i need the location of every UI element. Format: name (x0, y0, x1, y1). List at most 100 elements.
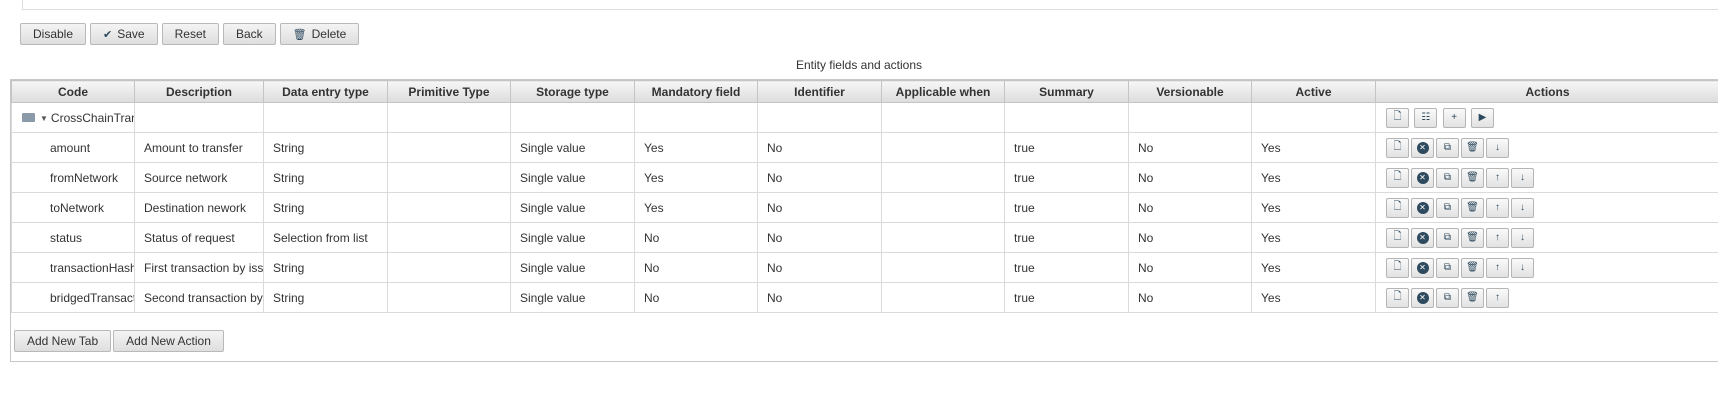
move-up-button[interactable]: ↑ (1486, 167, 1509, 188)
document-icon: 🗋 (1393, 111, 1402, 122)
delete-row-button[interactable]: 🗑 (1461, 197, 1484, 218)
copy-button[interactable]: ⧉ (1436, 257, 1459, 278)
trash-icon: 🗑 (1466, 172, 1479, 183)
new-field-button[interactable]: 🗋 (1386, 107, 1409, 128)
edit-button[interactable]: 🗋 (1386, 227, 1409, 248)
column-header[interactable]: Storage type (510, 80, 635, 103)
save-button[interactable]: ✔ Save (90, 23, 158, 45)
data-entry-type-cell: String (263, 162, 388, 193)
edit-button[interactable]: 🗋 (1386, 167, 1409, 188)
storage-type-cell: Single value (510, 282, 635, 313)
root-row[interactable]: ▼CrossChainTrans 🗋 ☷ + ▶ (11, 102, 1718, 133)
run-button[interactable]: ▶ (1471, 107, 1495, 128)
table-row[interactable]: amount Amount to transfer String Single val… (11, 132, 1718, 163)
remove-button[interactable]: ✕ (1411, 227, 1434, 248)
add-new-tab-button[interactable]: Add New Tab (14, 330, 112, 352)
move-down-button[interactable]: ↓ (1511, 197, 1534, 218)
copy-button[interactable]: ⧉ (1436, 167, 1459, 188)
code-cell: status (11, 222, 135, 253)
table-row[interactable]: transactionHash First transaction by issu… (11, 252, 1718, 283)
column-header[interactable]: Mandatory field (634, 80, 758, 103)
copy-button[interactable]: ⧉ (1436, 197, 1459, 218)
code-cell: bridgedTransacti (11, 282, 135, 313)
add-button[interactable]: + (1442, 107, 1466, 128)
root-cell[interactable]: ▼CrossChainTrans (11, 102, 135, 133)
move-down-button[interactable]: ↓ (1511, 227, 1534, 248)
trash-icon: 🗑 (1466, 262, 1479, 273)
move-up-button[interactable]: ↑ (1486, 227, 1509, 248)
summary-cell: true (1004, 222, 1129, 253)
empty-cell (510, 102, 635, 133)
delete-row-button[interactable]: 🗑 (1461, 257, 1484, 278)
row-actions-cell: 🗋 ✕ ⧉ 🗑 ↑ ↓ (1375, 192, 1718, 223)
delete-button[interactable]: 🗑 Delete (279, 23, 360, 45)
copy-icon: ⧉ (1443, 202, 1452, 213)
applicable-when-cell (881, 282, 1005, 313)
delete-row-button[interactable]: 🗑 (1461, 227, 1484, 248)
table-row[interactable]: toNetwork Destination nework String Single … (11, 192, 1718, 223)
description-cell: First transaction by issu (134, 252, 264, 283)
column-header[interactable]: Code (11, 80, 135, 103)
table-row[interactable]: bridgedTransacti Second transaction by nS… (11, 282, 1718, 313)
data-entry-type-cell: String (263, 192, 388, 223)
empty-cell (1251, 102, 1376, 133)
column-header[interactable]: Description (134, 80, 264, 103)
code-cell: fromNetwork (11, 162, 135, 193)
column-header[interactable]: Versionable (1128, 80, 1252, 103)
primitive-type-cell (387, 222, 511, 253)
reset-button[interactable]: Reset (161, 23, 219, 45)
description-cell: Destination nework (134, 192, 264, 223)
arrow-down-icon: ↓ (1520, 262, 1525, 273)
copy-icon: ⧉ (1443, 292, 1452, 303)
remove-button[interactable]: ✕ (1411, 287, 1434, 308)
row-actions-cell: 🗋 ✕ ⧉ 🗑 ↑ ↓ (1375, 162, 1718, 193)
remove-button[interactable]: ✕ (1411, 137, 1434, 158)
add-new-action-button[interactable]: Add New Action (113, 330, 224, 352)
copy-button[interactable]: ⧉ (1436, 137, 1459, 158)
delete-row-button[interactable]: 🗑 (1461, 167, 1484, 188)
column-header[interactable]: Identifier (757, 80, 882, 103)
caret-down-icon[interactable]: ▼ (40, 114, 48, 123)
active-cell: Yes (1251, 132, 1376, 163)
column-header[interactable]: Summary (1004, 80, 1129, 103)
new-list-button[interactable]: ☷ (1414, 107, 1438, 128)
column-header[interactable]: Actions (1375, 80, 1718, 103)
move-up-button[interactable]: ↑ (1486, 197, 1509, 218)
delete-row-button[interactable]: 🗑 (1461, 137, 1484, 158)
column-header[interactable]: Active (1251, 80, 1376, 103)
edit-button[interactable]: 🗋 (1386, 287, 1409, 308)
back-button[interactable]: Back (222, 23, 276, 45)
versionable-cell: No (1128, 252, 1252, 283)
move-down-button[interactable]: ↓ (1511, 257, 1534, 278)
table-row[interactable]: fromNetwork Source network String Single va… (11, 162, 1718, 193)
table-row[interactable]: status Status of request Selection from li… (11, 222, 1718, 253)
remove-button[interactable]: ✕ (1411, 197, 1434, 218)
summary-cell: true (1004, 192, 1129, 223)
data-entry-type-cell: String (263, 132, 388, 163)
copy-icon: ⧉ (1443, 232, 1452, 243)
column-header[interactable]: Data entry type (263, 80, 388, 103)
remove-button[interactable]: ✕ (1411, 257, 1434, 278)
summary-cell: true (1004, 252, 1129, 283)
column-header[interactable]: Primitive Type (387, 80, 511, 103)
column-header[interactable]: Applicable when (881, 80, 1005, 103)
disable-button[interactable]: Disable (20, 23, 87, 45)
document-icon: 🗋 (1393, 261, 1402, 272)
copy-button[interactable]: ⧉ (1436, 227, 1459, 248)
edit-button[interactable]: 🗋 (1386, 137, 1409, 158)
applicable-when-cell (881, 252, 1005, 283)
summary-cell: true (1004, 282, 1129, 313)
edit-button[interactable]: 🗋 (1386, 197, 1409, 218)
code-cell: transactionHash (11, 252, 135, 283)
remove-button[interactable]: ✕ (1411, 167, 1434, 188)
delete-row-button[interactable]: 🗑 (1461, 287, 1484, 308)
trash-icon: 🗑 (1466, 202, 1479, 213)
move-down-button[interactable]: ↓ (1486, 137, 1509, 158)
move-up-button[interactable]: ↑ (1486, 287, 1509, 308)
copy-button[interactable]: ⧉ (1436, 287, 1459, 308)
move-up-button[interactable]: ↑ (1486, 257, 1509, 278)
move-down-button[interactable]: ↓ (1511, 167, 1534, 188)
mandatory-cell: Yes (634, 132, 758, 163)
trash-icon: 🗑 (1466, 292, 1479, 303)
edit-button[interactable]: 🗋 (1386, 257, 1409, 278)
